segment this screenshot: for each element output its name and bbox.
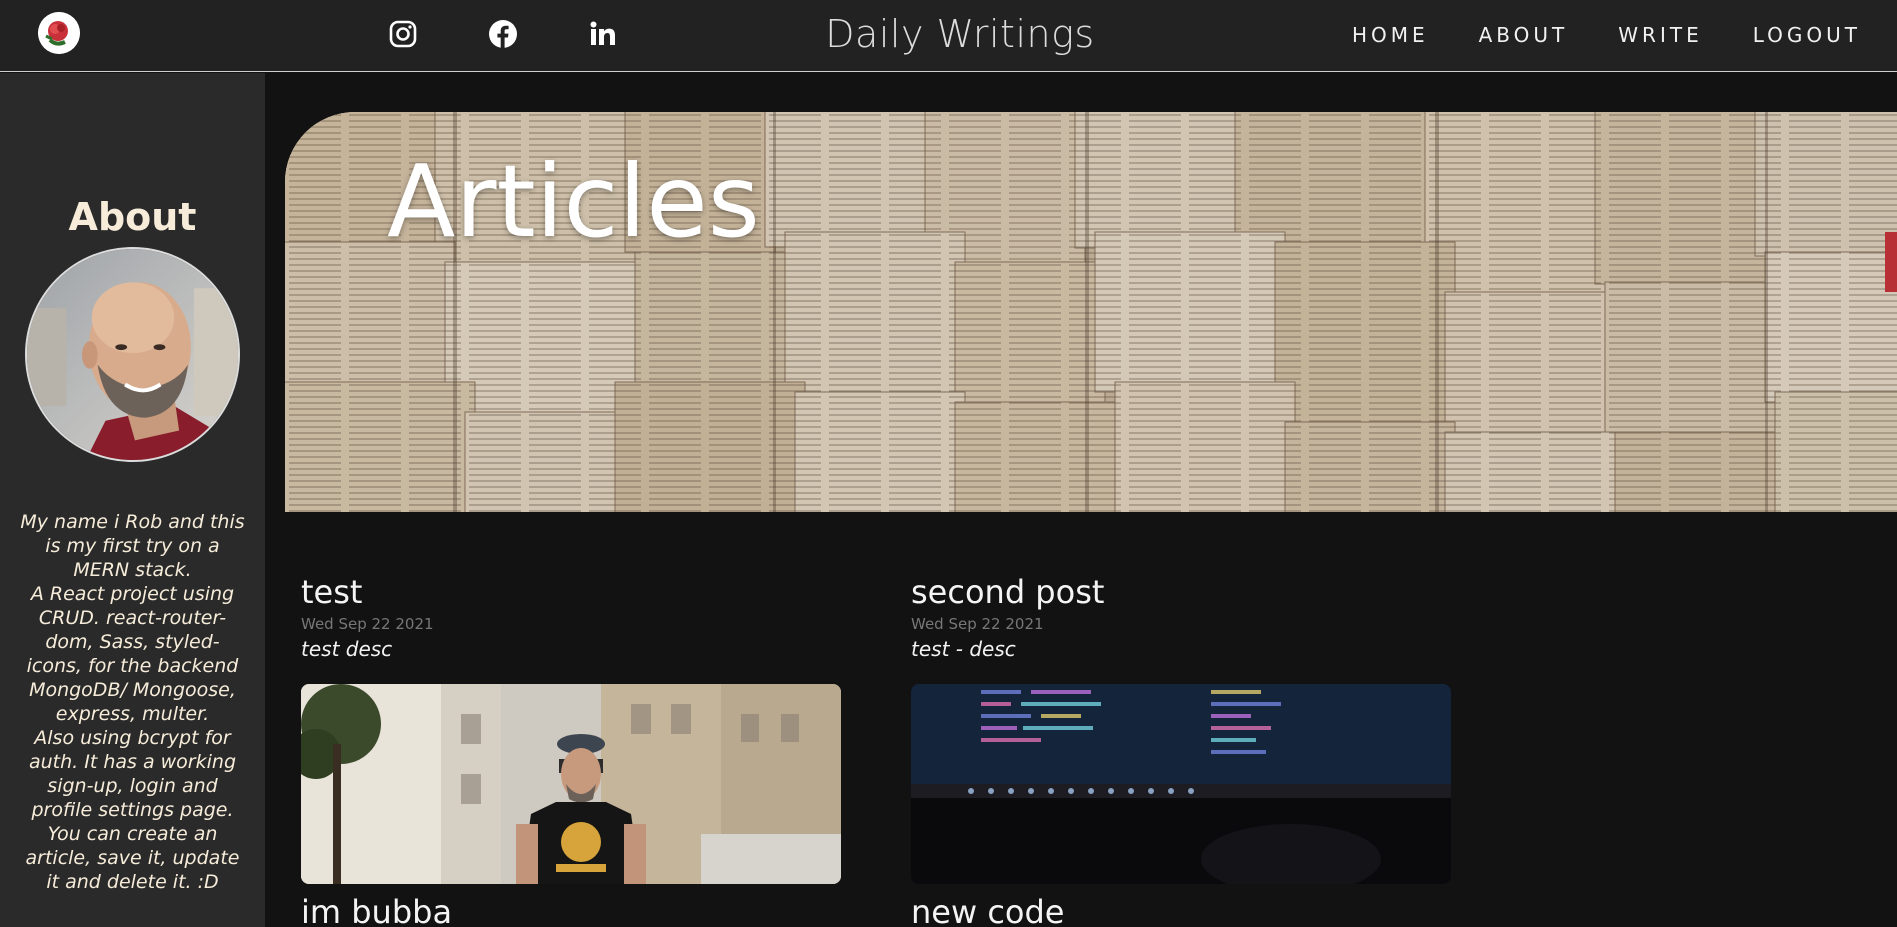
post-item: test Wed Sep 22 2021 test desc [301,572,841,662]
post-title[interactable]: im bubba [301,892,452,927]
hero-title: Articles [387,143,760,260]
nav-about-link[interactable]: ABOUT [1479,22,1569,48]
post-image-code-monitor[interactable] [911,684,1451,884]
nav-home-link[interactable]: HOME [1352,22,1429,48]
post-date: Wed Sep 22 2021 [301,615,434,633]
linkedin-icon[interactable] [587,18,619,50]
post-title[interactable]: new code [911,892,1064,927]
post-description: test desc [301,637,393,661]
about-bio: My name i Rob and this is my first try o… [20,511,245,893]
rose-logo-icon[interactable] [38,12,80,54]
post-description: test - desc [911,637,1016,661]
instagram-icon[interactable] [387,18,419,50]
nav-logout-link[interactable]: LOGOUT [1753,22,1861,48]
post-item: second post Wed Sep 22 2021 test - desc [911,572,1451,662]
about-sidebar: About My name i Rob and this is my first… [0,73,265,927]
post-title[interactable]: test [301,572,841,612]
main-nav: HOME ABOUT WRITE LOGOUT [1302,22,1861,48]
post-date: Wed Sep 22 2021 [911,615,1044,633]
post-image-street-portrait[interactable] [301,684,841,884]
nav-write-link[interactable]: WRITE [1618,22,1702,48]
site-brand-title: Daily Writings [825,12,1095,56]
post-title[interactable]: second post [911,572,1451,612]
about-heading: About [68,195,197,239]
facebook-icon[interactable] [487,18,519,50]
profile-avatar [25,247,240,462]
articles-hero-banner: Articles [285,112,1897,512]
top-navbar: Daily Writings HOME ABOUT WRITE LOGOUT [0,0,1897,72]
